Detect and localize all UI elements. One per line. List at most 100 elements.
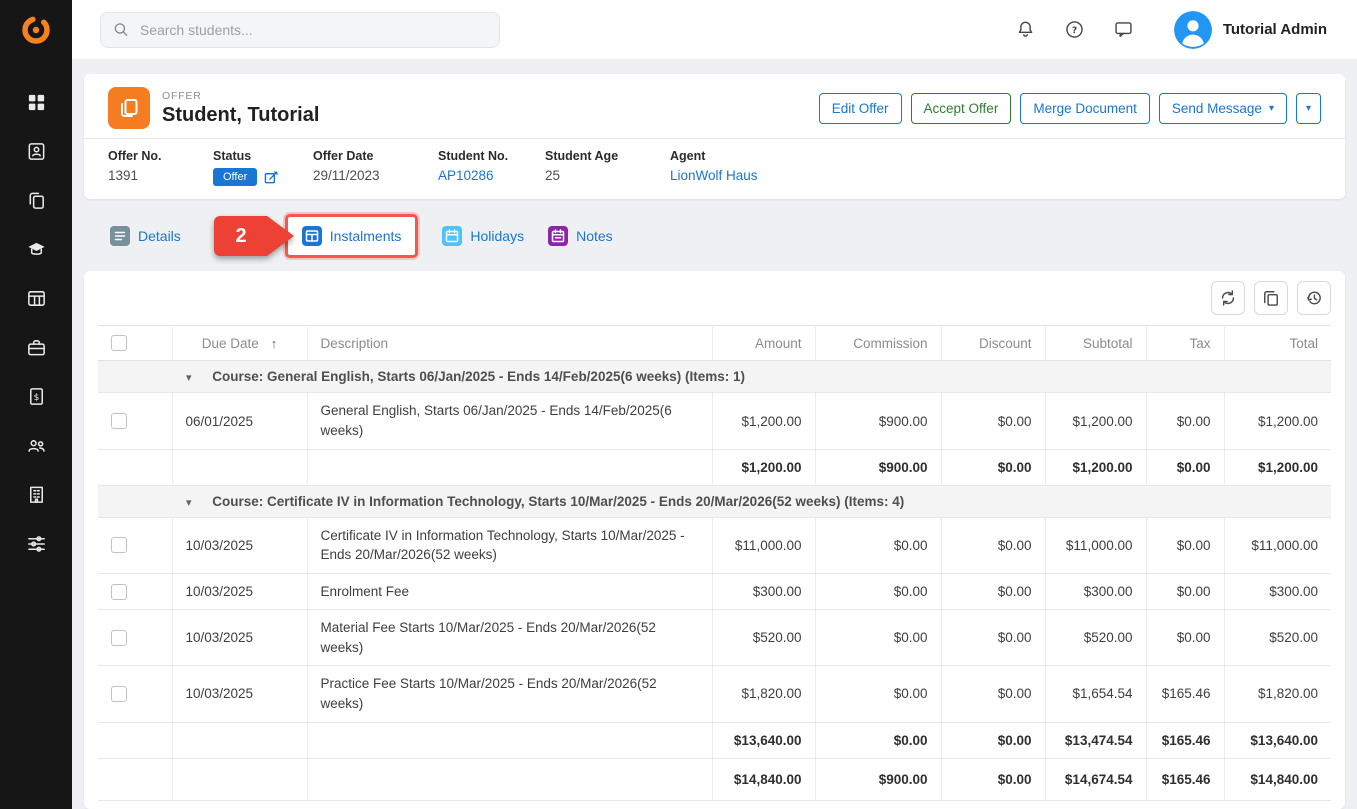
campus-icon[interactable] — [0, 470, 72, 519]
amount-cell: $300.00 — [712, 573, 815, 610]
copy-button[interactable] — [1254, 281, 1288, 315]
accept-offer-button[interactable]: Accept Offer — [911, 93, 1012, 124]
user-avatar[interactable] — [1174, 11, 1212, 49]
tab-notes[interactable]: Notes — [548, 226, 613, 246]
user-name[interactable]: Tutorial Admin — [1223, 21, 1327, 38]
amount-header[interactable]: Amount — [712, 326, 815, 361]
total-cell: $300.00 — [1224, 573, 1331, 610]
offers-icon[interactable] — [0, 176, 72, 225]
main-content: OFFER Student, Tutorial Edit Offer Accep… — [72, 60, 1357, 809]
group-total-row: $13,640.00 $0.00 $0.00 $13,474.54 $165.4… — [98, 722, 1331, 758]
send-message-button[interactable]: Send Message ▾ — [1159, 93, 1287, 124]
edit-offer-button[interactable]: Edit Offer — [819, 93, 902, 124]
app-logo[interactable] — [0, 0, 72, 60]
send-message-label: Send Message — [1172, 101, 1262, 116]
row-checkbox[interactable] — [111, 584, 127, 600]
agent-field: Agent LionWolf Haus — [670, 149, 758, 186]
tab-instalments-label: Instalments — [330, 228, 402, 244]
history-button[interactable] — [1297, 281, 1331, 315]
status-badge: Offer — [213, 168, 257, 186]
instalments-icon — [302, 226, 322, 246]
due-date-cell: 06/01/2025 — [172, 393, 307, 449]
search-input[interactable] — [138, 21, 487, 39]
student-no-link[interactable]: AP10286 — [438, 168, 494, 183]
agent-link[interactable]: LionWolf Haus — [670, 168, 758, 183]
due-date-header[interactable]: Due Date — [202, 336, 259, 351]
services-icon[interactable] — [0, 323, 72, 372]
timetable-icon[interactable] — [0, 274, 72, 323]
table-header-row: Due Date ↑ Description Amount Commission… — [98, 326, 1331, 361]
students-icon[interactable] — [0, 127, 72, 176]
discount-total-cell: $0.00 — [941, 722, 1045, 758]
refresh-button[interactable] — [1211, 281, 1245, 315]
tax-total-cell: $0.00 — [1146, 449, 1224, 485]
person-icon — [1174, 11, 1212, 49]
notes-icon — [548, 226, 568, 246]
settings-sliders-icon[interactable] — [0, 519, 72, 568]
commission-grand-cell: $900.00 — [815, 758, 941, 800]
page-title: Student, Tutorial — [162, 104, 319, 127]
row-checkbox[interactable] — [111, 537, 127, 553]
offer-date-label: Offer Date — [313, 149, 438, 163]
help-icon[interactable]: ? — [1064, 19, 1085, 40]
discount-grand-cell: $0.00 — [941, 758, 1045, 800]
row-checkbox[interactable] — [111, 413, 127, 429]
sidebar-nav: $ — [0, 60, 72, 568]
collapse-caret-icon[interactable]: ▾ — [186, 497, 192, 509]
finance-icon[interactable]: $ — [0, 372, 72, 421]
tab-details[interactable]: Details — [110, 226, 181, 246]
discount-header[interactable]: Discount — [941, 326, 1045, 361]
offer-card: OFFER Student, Tutorial Edit Offer Accep… — [84, 74, 1345, 199]
tax-cell: $165.46 — [1146, 666, 1224, 722]
tab-notes-label: Notes — [576, 228, 613, 244]
step-number: 2 — [213, 215, 269, 257]
agents-icon[interactable] — [0, 421, 72, 470]
discount-cell: $0.00 — [941, 610, 1045, 666]
tab-details-label: Details — [138, 228, 181, 244]
step-2-annotation-marker: 2 — [213, 215, 295, 257]
search-box[interactable] — [100, 12, 500, 48]
table-row: 10/03/2025 Enrolment Fee $300.00 $0.00 $… — [98, 573, 1331, 610]
instalments-panel: Due Date ↑ Description Amount Commission… — [84, 271, 1345, 809]
select-all-checkbox[interactable] — [111, 335, 127, 351]
subtotal-header[interactable]: Subtotal — [1045, 326, 1146, 361]
more-actions-button[interactable]: ▾ — [1296, 93, 1321, 124]
discount-cell: $0.00 — [941, 666, 1045, 722]
tab-bar: Details Instalments Holidays Notes 2 — [84, 213, 1345, 259]
row-checkbox[interactable] — [111, 686, 127, 702]
edit-status-icon[interactable] — [264, 170, 279, 185]
offer-date-value: 29/11/2023 — [313, 168, 438, 183]
student-age-value: 25 — [545, 168, 670, 183]
group-total-row: $1,200.00 $900.00 $0.00 $1,200.00 $0.00 … — [98, 449, 1331, 485]
table-row: 10/03/2025 Certificate IV in Information… — [98, 517, 1331, 573]
commission-cell: $900.00 — [815, 393, 941, 449]
merge-document-button[interactable]: Merge Document — [1020, 93, 1150, 124]
grand-total-row: $14,840.00 $900.00 $0.00 $14,674.54 $165… — [98, 758, 1331, 800]
notifications-bell-icon[interactable] — [1015, 19, 1036, 41]
history-clock-icon — [1304, 287, 1324, 309]
dashboard-icon[interactable] — [0, 78, 72, 127]
total-header[interactable]: Total — [1224, 326, 1331, 361]
amount-cell: $11,000.00 — [712, 517, 815, 573]
chat-icon[interactable] — [1113, 19, 1134, 40]
amount-grand-cell: $14,840.00 — [712, 758, 815, 800]
row-checkbox[interactable] — [111, 630, 127, 646]
tab-holidays[interactable]: Holidays — [442, 226, 524, 246]
tab-instalments-highlighted[interactable]: Instalments — [285, 214, 419, 258]
tax-header[interactable]: Tax — [1146, 326, 1224, 361]
sort-ascending-icon[interactable]: ↑ — [271, 336, 278, 351]
chevron-down-icon: ▾ — [1306, 103, 1311, 114]
description-header[interactable]: Description — [307, 326, 712, 361]
collapse-caret-icon[interactable]: ▾ — [186, 372, 192, 384]
commission-header[interactable]: Commission — [815, 326, 941, 361]
group-label: Course: Certificate IV in Information Te… — [212, 494, 904, 509]
course-group-row: ▾ Course: General English, Starts 06/Jan… — [98, 361, 1331, 393]
offer-no-field: Offer No. 1391 — [108, 149, 213, 186]
svg-text:$: $ — [33, 393, 39, 403]
svg-text:?: ? — [1072, 25, 1077, 36]
status-field: Status Offer — [213, 149, 313, 186]
subtotal-cell: $300.00 — [1045, 573, 1146, 610]
amount-cell: $1,200.00 — [712, 393, 815, 449]
courses-icon[interactable] — [0, 225, 72, 274]
tax-total-cell: $165.46 — [1146, 722, 1224, 758]
